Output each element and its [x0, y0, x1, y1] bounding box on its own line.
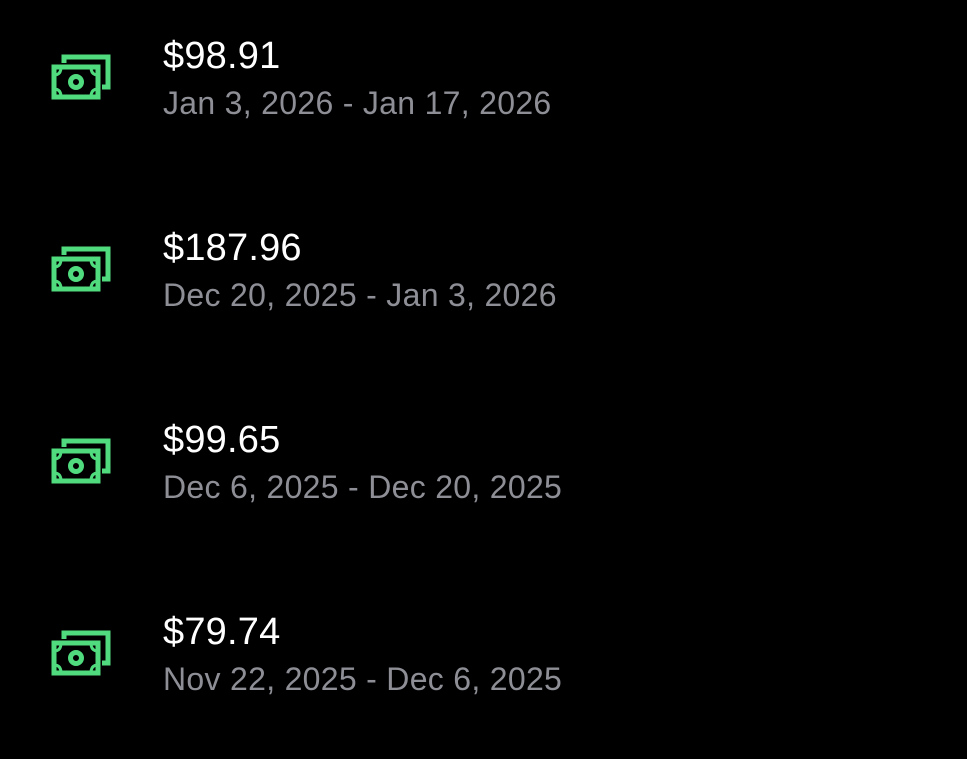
- payout-period: Dec 6, 2025 - Dec 20, 2025: [163, 469, 563, 505]
- payout-amount: $79.74: [163, 611, 281, 653]
- list-item[interactable]: $99.65 Dec 6, 2025 - Dec 20, 2025: [0, 399, 967, 529]
- payout-period: Nov 22, 2025 - Dec 6, 2025: [163, 661, 563, 697]
- list-item[interactable]: $79.74 Nov 22, 2025 - Dec 6, 2025: [0, 591, 967, 721]
- list-item[interactable]: $98.91 Jan 3, 2026 - Jan 17, 2026: [0, 15, 967, 145]
- payout-amount: $187.96: [163, 227, 302, 269]
- cash-icon: [48, 627, 114, 679]
- cash-icon: [48, 435, 114, 487]
- list-item[interactable]: $187.96 Dec 20, 2025 - Jan 3, 2026: [0, 207, 967, 337]
- cash-icon: [48, 51, 114, 103]
- payout-list: $98.91 Jan 3, 2026 - Jan 17, 2026 $187.9…: [0, 0, 967, 759]
- payout-period: Dec 20, 2025 - Jan 3, 2026: [163, 277, 557, 313]
- payout-amount: $98.91: [163, 35, 281, 77]
- payout-amount: $99.65: [163, 419, 281, 461]
- payout-period: Jan 3, 2026 - Jan 17, 2026: [163, 85, 552, 121]
- cash-icon: [48, 243, 114, 295]
